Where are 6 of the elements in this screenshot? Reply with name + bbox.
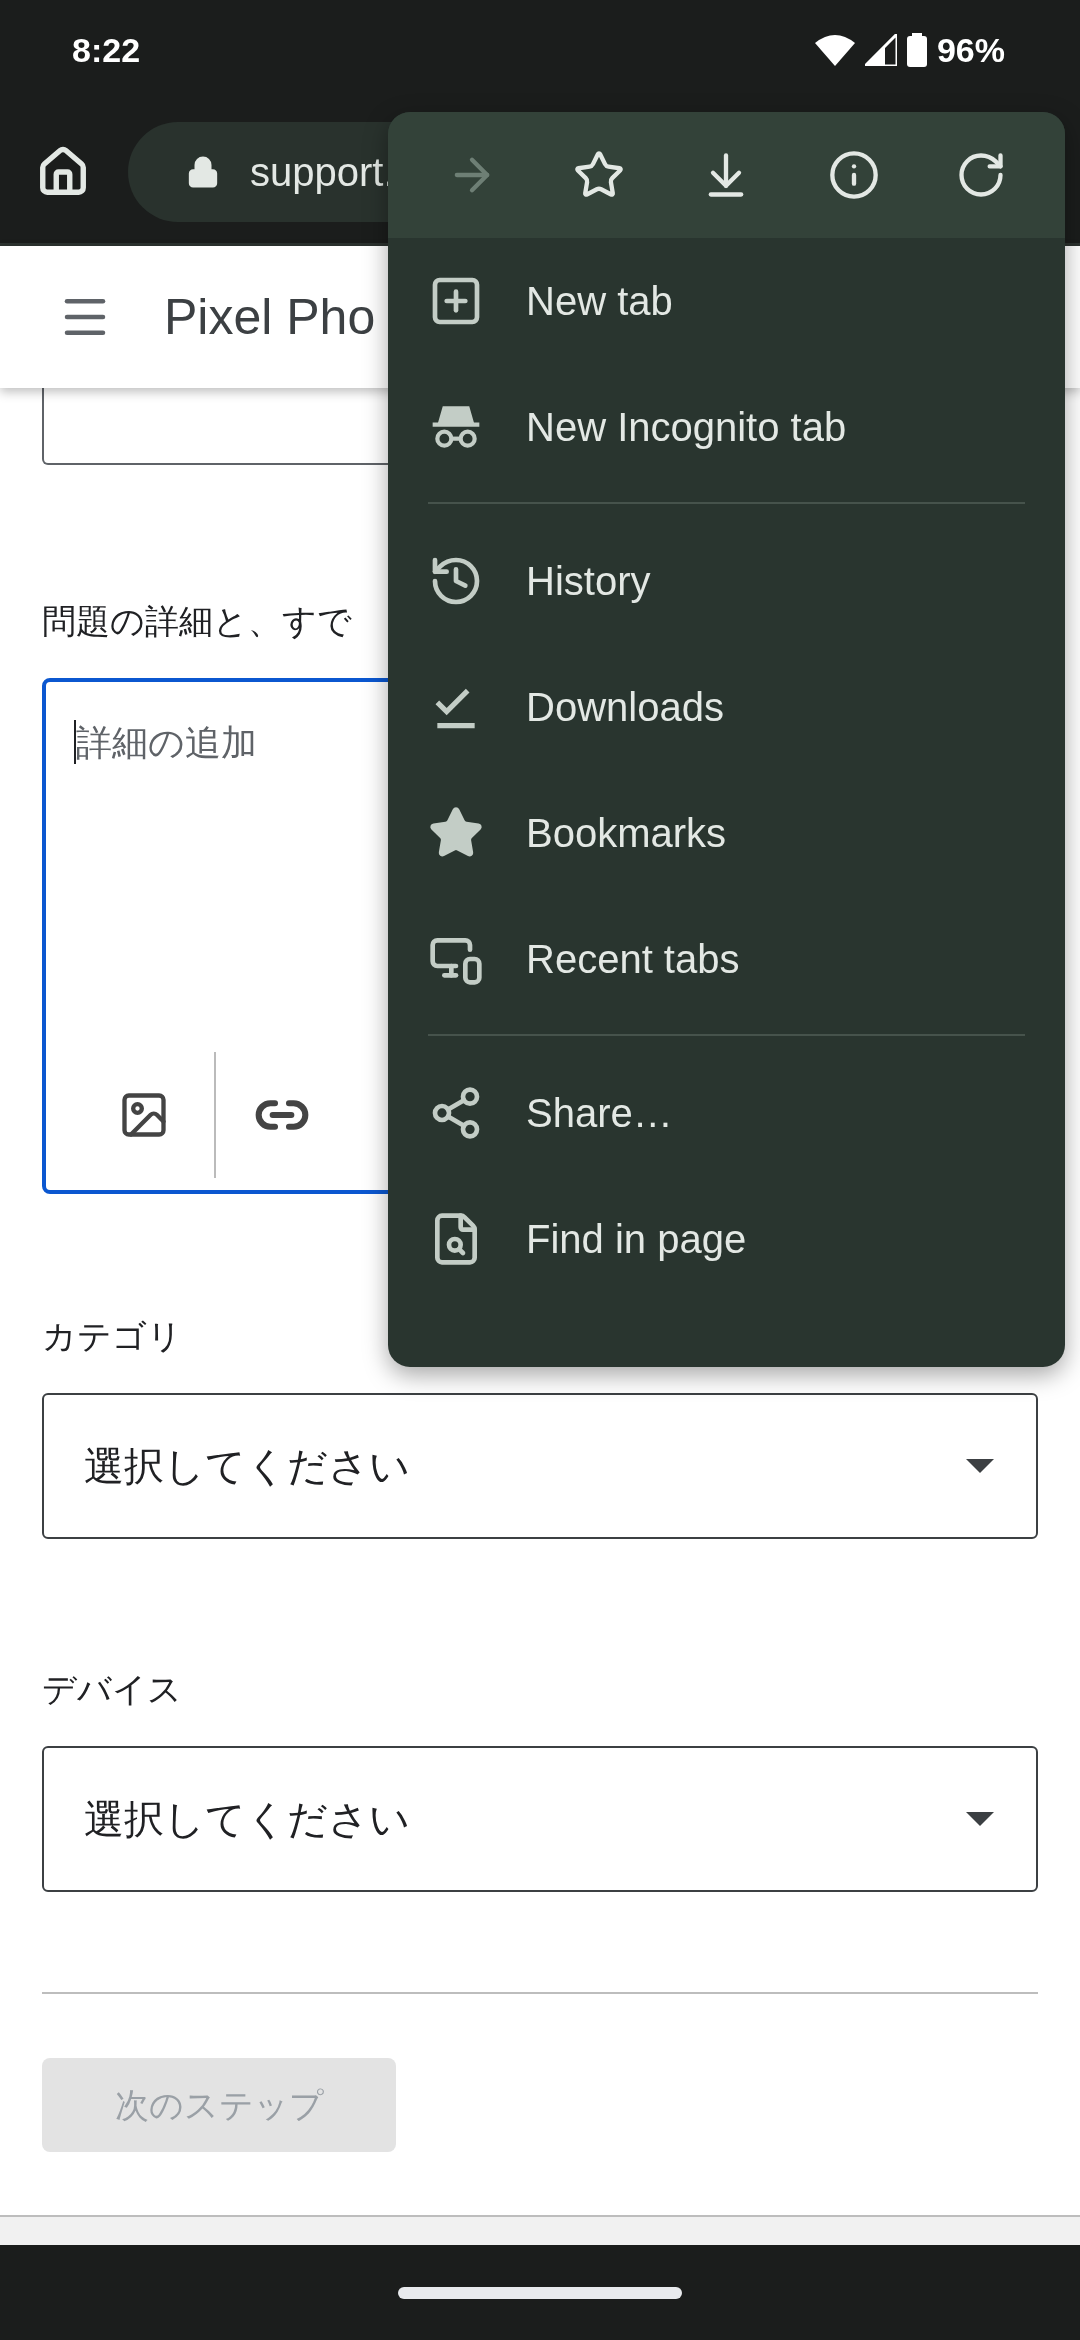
field-label: デバイス bbox=[42, 1669, 183, 1710]
field-label: カテゴリ bbox=[42, 1316, 183, 1357]
battery-percent: 96% bbox=[936, 29, 1005, 71]
status-time: 8:22 bbox=[72, 29, 141, 71]
page-title: Pixel Pho bbox=[164, 287, 376, 347]
question-label: 問題の詳細と、すで bbox=[42, 601, 353, 642]
